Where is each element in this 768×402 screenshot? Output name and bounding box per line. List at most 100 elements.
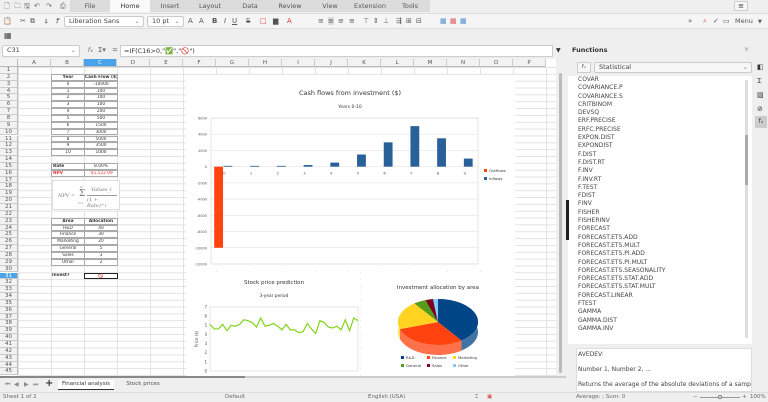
function-item[interactable]: FORECAST	[568, 225, 752, 233]
delete-row-icon[interactable]: ▦	[450, 17, 457, 25]
cell[interactable]: 1500	[84, 121, 118, 129]
function-item[interactable]: FORECAST.ETS.PI.MULT	[568, 259, 752, 267]
function-wizard-icon[interactable]: 𝑓ₓ	[88, 46, 93, 55]
row-header[interactable]: 32	[0, 279, 18, 287]
cell[interactable]: Marketing	[51, 238, 85, 246]
cell[interactable]: 4	[51, 108, 85, 115]
row-header[interactable]: 40	[0, 334, 18, 341]
borders-icon[interactable]: □	[260, 17, 267, 25]
row-header[interactable]: 39	[0, 327, 18, 335]
function-item[interactable]: FORECAST.LINEAR	[568, 292, 752, 300]
first-sheet-icon[interactable]: ⏮	[5, 381, 10, 389]
row-header[interactable]: 28	[0, 251, 18, 259]
function-item[interactable]: FORECAST.ETS.ADD	[568, 234, 752, 242]
undo-icon[interactable]: ↶	[34, 2, 40, 10]
row-header[interactable]: 7	[0, 108, 18, 115]
cell[interactable]: Rate	[51, 162, 85, 170]
clear-format-icon[interactable]: Ꝭ	[56, 17, 60, 26]
align-left-icon[interactable]: ≡	[318, 17, 324, 25]
menu-chevron-icon[interactable]: ▼	[758, 19, 762, 25]
function-item[interactable]: ERFC.PRECISE	[568, 126, 752, 134]
row-header[interactable]: 44	[0, 361, 18, 369]
column-header-d[interactable]: D	[117, 59, 150, 67]
add-sheet-icon[interactable]: +	[45, 378, 53, 389]
row-header[interactable]: 11	[0, 135, 18, 143]
cell[interactable]: 7	[51, 128, 85, 136]
row-header[interactable]: 12	[0, 142, 18, 150]
row-header[interactable]: 22	[0, 210, 18, 218]
function-item[interactable]: DEVSQ	[568, 109, 752, 117]
cell[interactable]: 5	[51, 114, 85, 122]
cell[interactable]: 30	[84, 231, 118, 239]
function-item[interactable]: EXPONDIST	[568, 142, 752, 150]
function-item[interactable]: F.TEST	[568, 184, 752, 192]
cell[interactable]: General	[51, 245, 85, 252]
function-item[interactable]: COVARIANCE.P	[568, 84, 752, 92]
row-header[interactable]: 24	[0, 224, 18, 232]
column-header-l[interactable]: L	[381, 59, 414, 67]
sheet-tab-financial-analysis[interactable]: Financial analysis	[58, 380, 114, 390]
row-header[interactable]: 35	[0, 299, 18, 307]
cell[interactable]: 500	[84, 114, 118, 122]
row-header[interactable]: 16	[0, 169, 18, 177]
menu-tab-insert[interactable]: Insert	[150, 0, 190, 12]
print-icon[interactable]: ⎙	[60, 2, 66, 11]
scrollbar-thumb[interactable]	[559, 73, 562, 373]
cell[interactable]: 9	[51, 142, 85, 150]
cell[interactable]: 🚫	[84, 272, 118, 280]
column-header-n[interactable]: N	[447, 59, 480, 67]
column-header-h[interactable]: H	[249, 59, 282, 67]
function-item[interactable]: FINV	[568, 200, 752, 208]
font-size-select[interactable]: 10 pt ⌄	[147, 16, 184, 27]
row-header[interactable]: 14	[0, 156, 18, 163]
cell[interactable]: Year	[51, 73, 85, 81]
function-item[interactable]: GAMMA.INV	[568, 325, 752, 333]
function-item[interactable]: FORECAST.ETS.MULT	[568, 242, 752, 250]
column-header-p[interactable]: P	[513, 59, 546, 67]
function-item[interactable]: F.DIST	[568, 151, 752, 159]
close-icon[interactable]: ×	[744, 46, 749, 53]
row-header[interactable]: 19	[0, 190, 18, 198]
row-header[interactable]: 15	[0, 162, 18, 170]
cell[interactable]: 1	[51, 87, 85, 95]
row-header[interactable]: 27	[0, 245, 18, 252]
menu-tab-layout[interactable]: Layout	[190, 0, 230, 12]
save-icon[interactable]: 🖫	[24, 2, 30, 13]
font-color-icon[interactable]: A	[287, 17, 292, 25]
row-header[interactable]: 26	[0, 238, 18, 246]
clone-format-icon[interactable]: ⍋	[44, 17, 48, 26]
column-header-e[interactable]: E	[150, 59, 183, 67]
stock-price-chart[interactable]: Stock price prediction 3-year period 0 1 2 3 4…	[186, 272, 360, 376]
row-header[interactable]: 37	[0, 313, 18, 321]
grow-font-icon[interactable]: A	[188, 17, 193, 25]
column-header-g[interactable]: G	[216, 59, 249, 67]
menu-tab-view[interactable]: View	[310, 0, 350, 12]
cell[interactable]: 3	[51, 101, 85, 109]
spelling-icon[interactable]: ✓	[713, 17, 719, 25]
name-box[interactable]: C31 ⌄	[2, 45, 80, 57]
function-item[interactable]: GAMMA	[568, 308, 752, 316]
last-sheet-icon[interactable]: ⏭	[33, 381, 38, 389]
row-header[interactable]: 31	[0, 272, 18, 280]
row-header[interactable]: 6	[0, 101, 18, 109]
cell[interactable]: 3	[84, 251, 118, 259]
function-item[interactable]: EXPON.DIST	[568, 134, 752, 142]
expand-formula-icon[interactable]: ▼	[556, 47, 561, 54]
function-item[interactable]: FDIST	[568, 192, 752, 200]
sum-icon[interactable]: Σ▾	[98, 46, 106, 54]
italic-icon[interactable]: I	[224, 17, 226, 25]
cell[interactable]: 2	[84, 258, 118, 266]
cash-flow-chart[interactable]: Cash flows from investment ($) Years 0-10…	[186, 75, 515, 271]
align-right-icon[interactable]: ≡	[338, 17, 344, 25]
cell[interactable]: 6	[51, 121, 85, 129]
merge-icon[interactable]: ⊞	[406, 17, 412, 25]
row-header[interactable]: 43	[0, 354, 18, 362]
row-header[interactable]: 34	[0, 293, 18, 300]
row-header[interactable]: 25	[0, 231, 18, 239]
underline-icon[interactable]: U	[232, 17, 237, 25]
styles-icon[interactable]: Ꮖ	[757, 77, 762, 86]
gallery-icon[interactable]: ▨	[757, 91, 764, 99]
sidebar-resize-handle[interactable]	[566, 200, 569, 240]
menu-tab-file[interactable]: File	[70, 0, 110, 12]
cut-icon[interactable]: ✂	[20, 17, 26, 25]
